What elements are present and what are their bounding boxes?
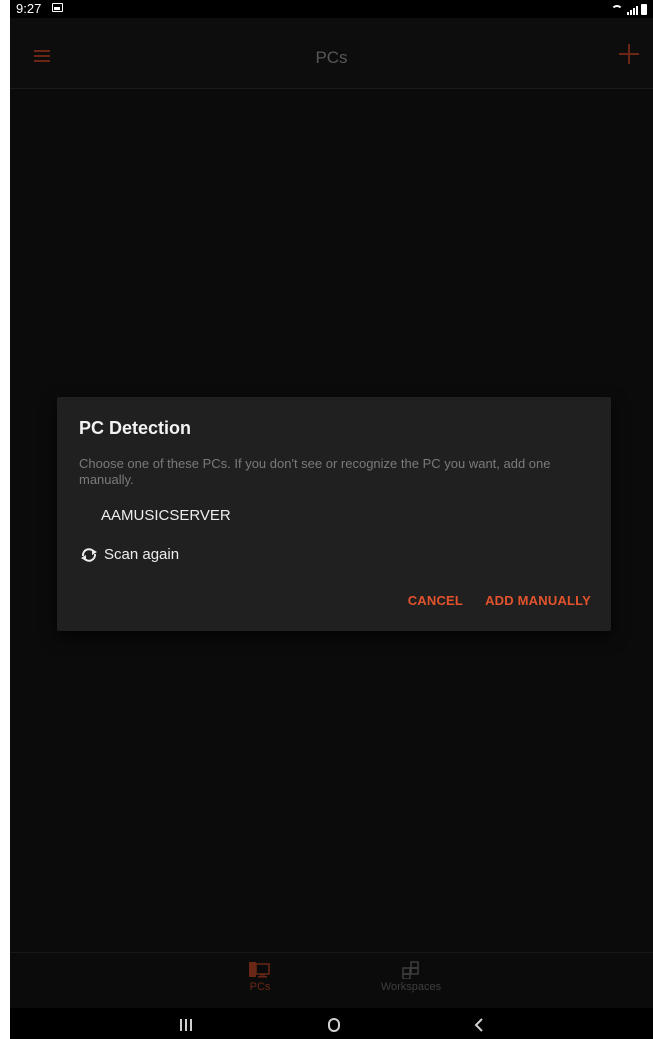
recents-icon[interactable] bbox=[180, 1019, 193, 1031]
signal-icon bbox=[627, 4, 638, 15]
cancel-button[interactable]: CANCEL bbox=[408, 593, 463, 608]
app-bar: PCs bbox=[10, 18, 653, 89]
pc-list-item[interactable]: AAMUSICSERVER bbox=[101, 507, 231, 524]
scan-again-label: Scan again bbox=[104, 546, 180, 563]
bottom-navigation: PCs Workspaces bbox=[10, 952, 653, 1009]
add-manually-button[interactable]: ADD MANUALLY bbox=[485, 593, 591, 608]
device-frame: 9:27 PCs PC Detection Choose one of thes… bbox=[10, 0, 653, 1039]
page-title: PCs bbox=[315, 48, 348, 67]
pc-detection-dialog: PC Detection Choose one of these PCs. If… bbox=[57, 397, 611, 631]
system-navigation-bar bbox=[10, 1008, 653, 1039]
dialog-message: Choose one of these PCs. If you don't se… bbox=[79, 456, 551, 487]
refresh-icon bbox=[81, 547, 97, 562]
nav-tab-pcs[interactable]: PCs bbox=[235, 961, 285, 993]
dialog-actions: CANCEL ADD MANUALLY bbox=[408, 593, 591, 608]
home-icon[interactable] bbox=[328, 1018, 340, 1032]
monitor-icon bbox=[249, 962, 270, 978]
battery-icon bbox=[641, 4, 647, 15]
status-time: 9:27 bbox=[16, 1, 42, 16]
back-icon[interactable] bbox=[473, 1018, 485, 1032]
image-notification-icon bbox=[52, 3, 63, 12]
add-pc-button[interactable] bbox=[619, 44, 639, 64]
status-bar: 9:27 bbox=[10, 0, 653, 18]
dialog-title: PC Detection bbox=[79, 418, 192, 438]
nav-tab-workspaces[interactable]: Workspaces bbox=[371, 961, 451, 993]
nav-tab-label: PCs bbox=[249, 981, 271, 993]
scan-again-button[interactable]: Scan again bbox=[79, 546, 179, 563]
workspaces-grid-icon bbox=[402, 961, 419, 979]
app-screen: PCs PC Detection Choose one of these PCs… bbox=[10, 18, 653, 1009]
wifi-icon bbox=[610, 4, 624, 15]
nav-tab-label: Workspaces bbox=[380, 981, 442, 993]
system-icons bbox=[610, 2, 647, 15]
